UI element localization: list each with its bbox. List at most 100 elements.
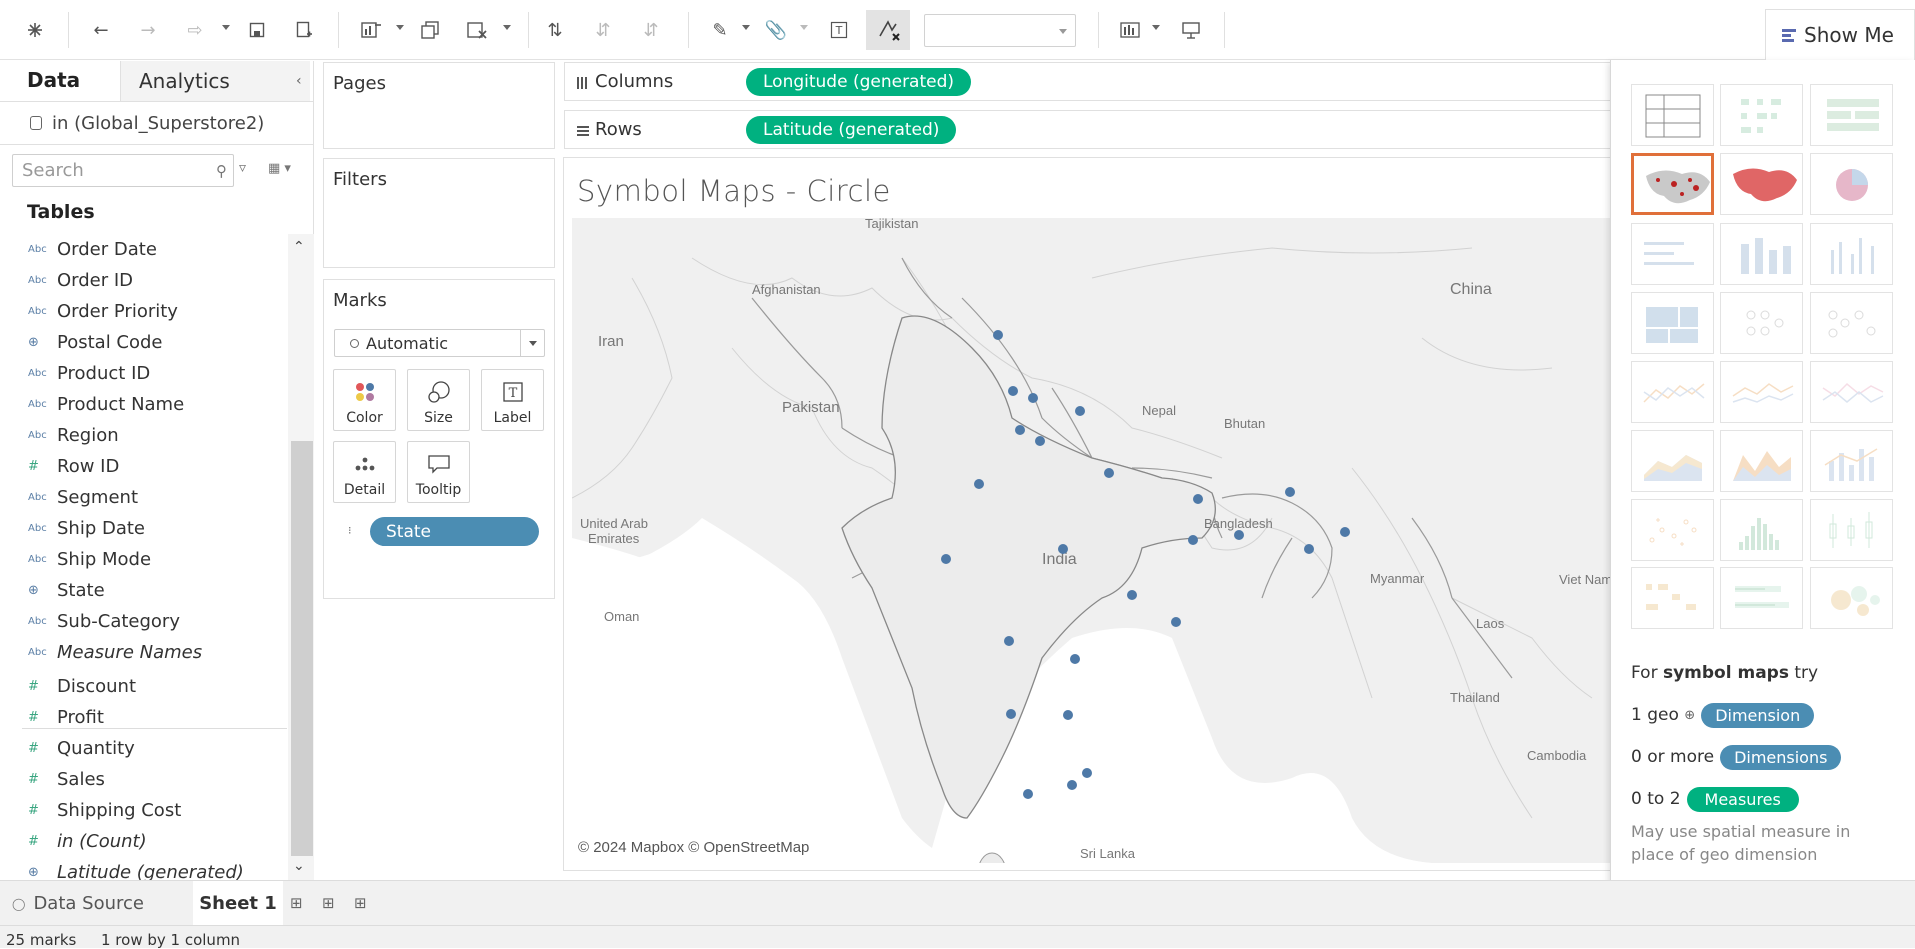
sort-ascending-icon[interactable]: ⇵	[588, 14, 618, 46]
show-me-heat-map-icon[interactable]	[1720, 84, 1803, 146]
tableau-logo-icon[interactable]	[20, 14, 50, 46]
show-me-text-table-icon[interactable]	[1631, 84, 1714, 146]
state-mark[interactable]	[1058, 544, 1068, 554]
field-item[interactable]: Abc Segment	[0, 482, 288, 513]
state-mark[interactable]	[993, 330, 1003, 340]
state-mark[interactable]	[1193, 494, 1203, 504]
field-item[interactable]: # Sales	[0, 764, 288, 795]
show-me-bullet-graph-icon[interactable]	[1720, 567, 1803, 629]
state-mark[interactable]	[1035, 436, 1045, 446]
show-cards-icon[interactable]	[1115, 14, 1145, 46]
label-button[interactable]: T Label	[481, 369, 544, 431]
datasource-item[interactable]: in (Global_Superstore2)	[0, 101, 313, 145]
state-mark[interactable]	[1008, 386, 1018, 396]
detail-button[interactable]: Detail	[333, 441, 396, 503]
view-options-icon[interactable]: ▦ ▾	[268, 161, 291, 176]
size-button[interactable]: Size	[407, 369, 470, 431]
field-item[interactable]: # Row ID	[0, 451, 288, 482]
field-item[interactable]: Abc Order Priority	[0, 296, 288, 327]
field-item[interactable]: Abc Order ID	[0, 265, 288, 296]
state-mark[interactable]	[1127, 590, 1137, 600]
field-item[interactable]: Abc Sub-Category	[0, 606, 288, 637]
state-mark[interactable]	[1006, 709, 1016, 719]
scroll-down-icon[interactable]: ⌄	[293, 858, 305, 874]
latitude-pill[interactable]: Latitude (generated)	[746, 116, 957, 144]
search-input[interactable]: Search ⚲	[12, 154, 234, 187]
undo-icon[interactable]: ←	[86, 14, 116, 46]
state-mark[interactable]	[1063, 710, 1073, 720]
show-me-lines-discrete-icon[interactable]	[1720, 361, 1803, 423]
field-item[interactable]: Abc Product Name	[0, 389, 288, 420]
show-me-filled-map-icon[interactable]	[1720, 153, 1803, 215]
state-mark[interactable]	[1023, 789, 1033, 799]
show-me-horizontal-bars-icon[interactable]	[1631, 223, 1714, 285]
clear-sheet-icon[interactable]	[462, 14, 492, 46]
show-me-treemap-icon[interactable]	[1631, 292, 1714, 354]
new-story-icon[interactable]: ⊞	[354, 894, 367, 912]
state-mark[interactable]	[941, 554, 951, 564]
field-item[interactable]: # in (Count)	[0, 826, 288, 857]
show-labels-icon[interactable]: T	[824, 14, 854, 46]
state-mark[interactable]	[1082, 768, 1092, 778]
tooltip-button[interactable]: Tooltip	[407, 441, 470, 503]
swap-rows-columns-icon[interactable]: ⇅	[540, 14, 570, 46]
state-detail-pill[interactable]: State	[370, 517, 539, 546]
highlight-icon[interactable]: ✎	[705, 14, 735, 46]
field-item[interactable]: Abc Ship Date	[0, 513, 288, 544]
scroll-thumb[interactable]	[291, 441, 313, 856]
state-mark[interactable]	[1015, 425, 1025, 435]
duplicate-sheet-icon[interactable]	[415, 14, 445, 46]
state-mark[interactable]	[1234, 530, 1244, 540]
filters-shelf[interactable]: Filters	[323, 158, 555, 268]
longitude-pill[interactable]: Longitude (generated)	[746, 68, 972, 96]
show-me-histogram-icon[interactable]	[1720, 499, 1803, 561]
field-item[interactable]: Abc Product ID	[0, 358, 288, 389]
state-mark[interactable]	[974, 479, 984, 489]
field-item[interactable]: ⊕ Latitude (generated)	[0, 857, 288, 880]
sheet-1-tab[interactable]: Sheet 1	[193, 881, 283, 926]
save-icon[interactable]	[242, 14, 272, 46]
field-item[interactable]: # Shipping Cost	[0, 795, 288, 826]
filter-icon[interactable]: ▿	[239, 160, 246, 176]
map[interactable]: Tajikistan Afghanistan Iran China Pakist…	[572, 218, 1610, 863]
tab-data[interactable]: Data	[0, 61, 120, 101]
show-me-circle-views-icon[interactable]	[1720, 292, 1803, 354]
state-mark[interactable]	[1171, 617, 1181, 627]
redo-icon[interactable]: →	[133, 14, 163, 46]
show-me-symbol-map-icon[interactable]	[1631, 153, 1714, 215]
show-me-area-continuous-icon[interactable]	[1631, 430, 1714, 492]
field-item[interactable]: ⊕ State	[0, 575, 288, 606]
field-item[interactable]: # Quantity	[0, 733, 288, 764]
presentation-mode-icon[interactable]	[1176, 14, 1206, 46]
field-item[interactable]: Abc Order Date	[0, 234, 288, 265]
state-mark[interactable]	[1067, 780, 1077, 790]
show-me-stacked-bars-icon[interactable]	[1720, 223, 1803, 285]
show-me-button[interactable]: Show Me	[1765, 9, 1915, 60]
color-button[interactable]: Color	[333, 369, 396, 431]
replay-icon[interactable]: ⇨	[180, 14, 210, 46]
field-item[interactable]: Abc Ship Mode	[0, 544, 288, 575]
state-mark[interactable]	[1340, 527, 1350, 537]
new-worksheet-icon[interactable]	[356, 14, 386, 46]
state-mark[interactable]	[1104, 468, 1114, 478]
state-mark[interactable]	[1070, 654, 1080, 664]
show-me-pie-chart-icon[interactable]	[1810, 153, 1893, 215]
fix-axes-button[interactable]	[866, 10, 910, 50]
new-datasource-icon[interactable]	[289, 14, 319, 46]
data-source-tab[interactable]: ◯ Data Source	[0, 881, 190, 926]
state-mark[interactable]	[1188, 535, 1198, 545]
field-item[interactable]: Abc Measure Names	[0, 637, 288, 668]
tab-analytics[interactable]: Analytics	[120, 61, 310, 101]
show-me-highlight-table-icon[interactable]	[1810, 84, 1893, 146]
state-mark[interactable]	[1285, 487, 1295, 497]
scroll-up-icon[interactable]: ⌃	[293, 239, 305, 255]
sort-descending-icon[interactable]: ⇵	[636, 14, 666, 46]
show-me-packed-bubbles-icon[interactable]	[1810, 567, 1893, 629]
state-mark[interactable]	[1304, 544, 1314, 554]
fit-select[interactable]	[924, 14, 1076, 47]
field-item[interactable]: # Discount	[0, 671, 288, 702]
collapse-pane-icon[interactable]: ‹	[296, 73, 302, 89]
state-mark[interactable]	[1075, 406, 1085, 416]
new-dashboard-icon[interactable]: ⊞	[322, 894, 335, 912]
show-me-dual-combination-icon[interactable]	[1810, 430, 1893, 492]
